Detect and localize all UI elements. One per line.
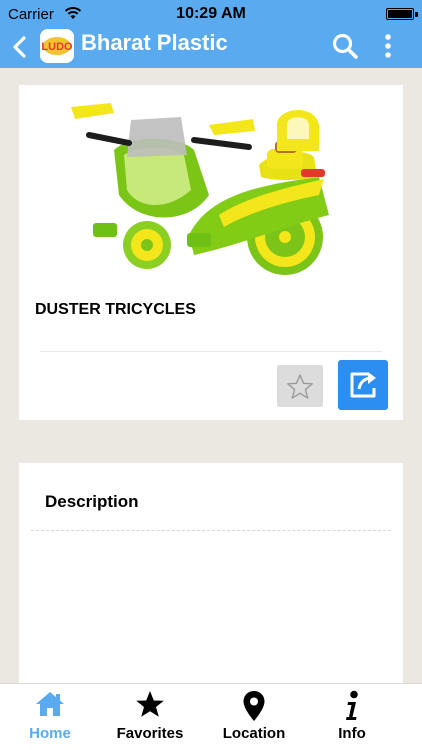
app-title: Bharat Plastic: [81, 30, 228, 55]
logo-text: LUDO: [41, 41, 73, 53]
tab-location-label: Location: [222, 725, 286, 742]
star-icon: [136, 691, 164, 717]
tab-favorites[interactable]: Favorites: [100, 684, 200, 750]
app-logo: LUDO: [40, 29, 74, 63]
battery-icon: [386, 8, 414, 20]
share-button[interactable]: [338, 360, 388, 410]
location-pin-icon: [243, 691, 265, 721]
more-vertical-icon[interactable]: [380, 32, 396, 60]
tab-bar: Home Favorites Location Info: [0, 683, 422, 750]
description-card: Description: [19, 463, 403, 703]
star-outline-icon: [287, 374, 313, 399]
favorite-button[interactable]: [277, 365, 323, 407]
description-title: Description: [45, 492, 139, 511]
battery-level: [388, 10, 412, 18]
product-name: DUSTER TRICYCLES: [35, 301, 196, 318]
tab-info[interactable]: Info: [302, 684, 402, 750]
dashed-divider: [31, 530, 391, 531]
product-card: DUSTER TRICYCLES: [19, 85, 403, 420]
status-time: 10:29 AM: [176, 5, 246, 22]
divider: [40, 351, 382, 352]
top-bar: Carrier 10:29 AM LUDO Bharat Plastic: [0, 0, 422, 68]
tab-favorites-label: Favorites: [116, 725, 184, 742]
battery-tip: [415, 12, 418, 17]
search-icon[interactable]: [331, 32, 359, 60]
tricycle-image: [19, 85, 403, 290]
nav-bar: LUDO Bharat Plastic: [0, 26, 422, 66]
share-icon: [350, 372, 376, 398]
tab-home[interactable]: Home: [0, 684, 100, 750]
home-icon: [36, 692, 64, 716]
tab-home-label: Home: [29, 725, 71, 742]
status-bar: Carrier 10:29 AM: [0, 0, 422, 28]
back-chevron-icon[interactable]: [10, 35, 30, 59]
info-icon: [346, 690, 358, 720]
tab-info-label: Info: [338, 725, 366, 742]
tab-location[interactable]: Location: [204, 684, 304, 750]
